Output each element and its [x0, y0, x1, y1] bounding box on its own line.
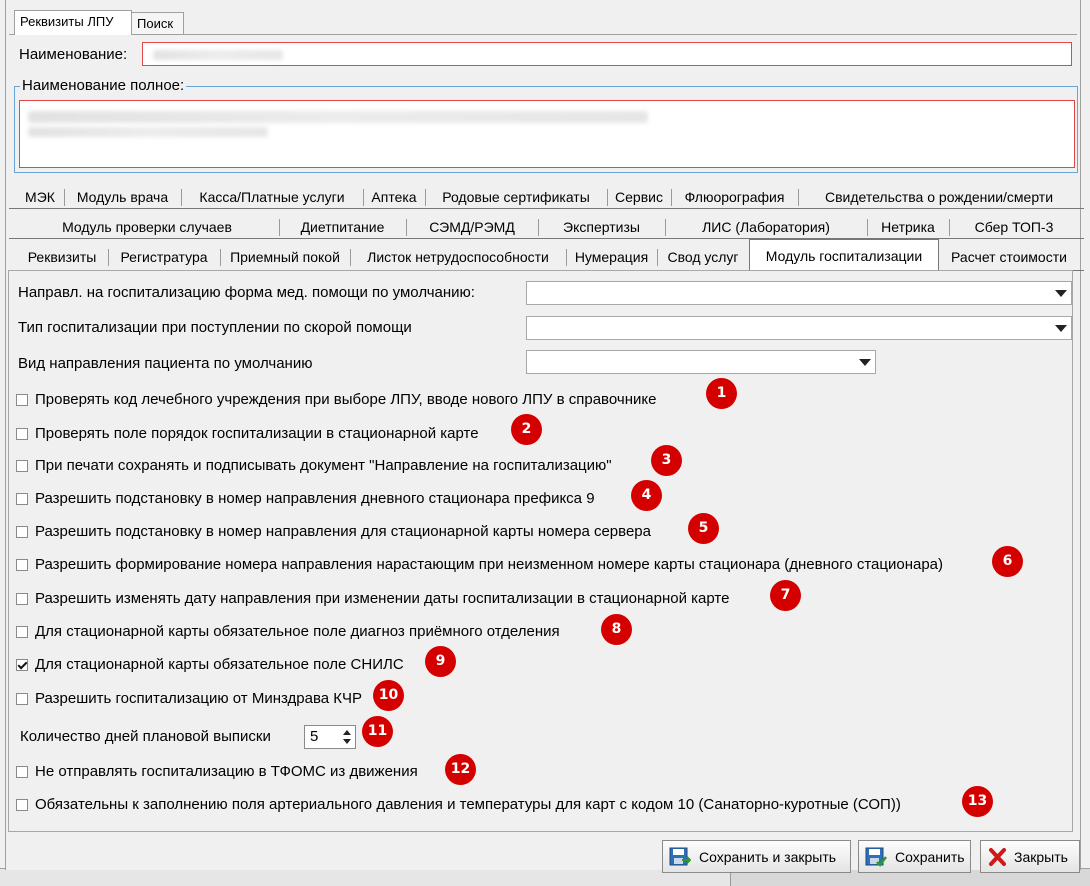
checkbox-label: Для стационарной карты обязательное поле… — [35, 623, 560, 640]
annotation-badge: 2 — [511, 414, 542, 445]
referral-form-select[interactable] — [526, 281, 1072, 305]
checkbox[interactable] — [16, 493, 28, 505]
checkbox-label: Не отправлять госпитализацию в ТФОМС из … — [35, 763, 418, 780]
chevron-down-icon — [1055, 290, 1067, 297]
checkbox-checked[interactable] — [16, 659, 28, 671]
background-cell — [0, 869, 101, 886]
checkbox-label: Для стационарной карты обязательное поле… — [35, 656, 404, 673]
annotation-badge: 1 — [706, 378, 737, 409]
checkbox[interactable] — [16, 428, 28, 440]
annotation-badge: 4 — [631, 480, 662, 511]
spinner-value: 5 — [310, 728, 319, 745]
tab-search[interactable]: Поиск — [132, 12, 184, 34]
field-label-referral-kind: Вид направления пациента по умолчанию — [18, 355, 313, 372]
field-label-referral-form: Направл. на госпитализацию форма мед. по… — [18, 284, 475, 301]
planned-discharge-days-label: Количество дней плановой выписки — [20, 728, 271, 745]
hospitalization-type-select[interactable] — [526, 316, 1072, 340]
button-label: Закрыть — [1014, 849, 1068, 865]
annotation-badge: 6 — [992, 546, 1023, 577]
checkbox[interactable] — [16, 526, 28, 538]
chevron-down-icon — [1055, 325, 1067, 332]
checkbox-label: Разрешить подстановку в номер направлени… — [35, 523, 651, 540]
close-icon — [989, 848, 1006, 866]
tab-row-divider — [9, 208, 1084, 209]
checkbox-label: Разрешить изменять дату направления при … — [35, 590, 730, 607]
checkbox-label: При печати сохранять и подписывать докум… — [35, 457, 612, 474]
tab-sick-leave[interactable]: Листок нетрудоспособности — [351, 242, 565, 272]
field-label-hospitalization-type: Тип госпитализации при поступлении по ск… — [18, 319, 412, 336]
checkbox[interactable] — [16, 693, 28, 705]
checkbox-label: Разрешить госпитализацию от Минздрава КЧ… — [35, 690, 363, 707]
annotation-badge: 9 — [425, 646, 456, 677]
checkbox[interactable] — [16, 799, 28, 811]
redacted-text — [153, 50, 283, 60]
close-button[interactable]: Закрыть — [980, 840, 1080, 873]
name-label: Наименование: — [19, 46, 128, 63]
tab-numbering[interactable]: Нумерация — [567, 242, 656, 272]
annotation-badge: 12 — [445, 754, 476, 785]
checkbox[interactable] — [16, 559, 28, 571]
save-close-icon — [669, 847, 691, 866]
save-icon — [865, 847, 887, 867]
name-input[interactable] — [142, 42, 1072, 66]
annotation-badge: 8 — [601, 614, 632, 645]
tab-cost-calculation[interactable]: Расчет стоимости — [939, 242, 1079, 272]
checkbox[interactable] — [16, 460, 28, 472]
button-label: Сохранить и закрыть — [699, 849, 837, 865]
redacted-text — [28, 111, 648, 123]
module-tabs-row-3: Реквизиты Регистратура Приемный покой Ли… — [9, 239, 1084, 272]
tab-lpu-requisites[interactable]: Реквизиты ЛПУ — [14, 10, 132, 35]
planned-discharge-days-spinner[interactable]: 5 — [304, 725, 356, 749]
button-label: Сохранить — [895, 849, 965, 865]
chevron-down-icon — [859, 359, 871, 366]
fullname-label: Наименование полное: — [20, 77, 187, 94]
save-and-close-button[interactable]: Сохранить и закрыть — [662, 840, 851, 873]
annotation-badge: 7 — [770, 580, 801, 611]
spinner-up-icon[interactable] — [343, 730, 351, 735]
checkbox[interactable] — [16, 593, 28, 605]
tab-services-summary[interactable]: Свод услуг — [658, 242, 748, 272]
background-cell — [100, 869, 411, 886]
background-cell — [410, 869, 561, 886]
annotation-badge: 11 — [362, 716, 393, 747]
referral-kind-select[interactable] — [526, 350, 876, 374]
tab-hospitalization-module[interactable]: Модуль госпитализации — [749, 239, 939, 272]
fullname-textarea[interactable] — [19, 100, 1075, 168]
checkbox-label: Проверять поле порядок госпитализации в … — [35, 425, 479, 442]
tab-reception[interactable]: Приемный покой — [221, 242, 349, 272]
checkbox-label: Проверять код лечебного учреждения при в… — [35, 391, 657, 408]
redacted-text — [28, 127, 268, 137]
annotation-badge: 5 — [688, 513, 719, 544]
checkbox-label: Разрешить подстановку в номер направлени… — [35, 490, 595, 507]
annotation-badge: 10 — [373, 680, 404, 711]
checkbox-label: Обязательны к заполнению поля артериальн… — [35, 796, 901, 813]
tab-requisites[interactable]: Реквизиты — [17, 242, 107, 272]
checkbox-label: Разрешить формирование номера направлени… — [35, 556, 944, 573]
annotation-badge: 13 — [962, 786, 993, 817]
checkbox[interactable] — [16, 626, 28, 638]
spinner-down-icon[interactable] — [343, 739, 351, 744]
save-button[interactable]: Сохранить — [858, 840, 971, 873]
tab-registry[interactable]: Регистратура — [109, 242, 219, 272]
checkbox[interactable] — [16, 394, 28, 406]
checkbox[interactable] — [16, 766, 28, 778]
annotation-badge: 3 — [651, 445, 682, 476]
